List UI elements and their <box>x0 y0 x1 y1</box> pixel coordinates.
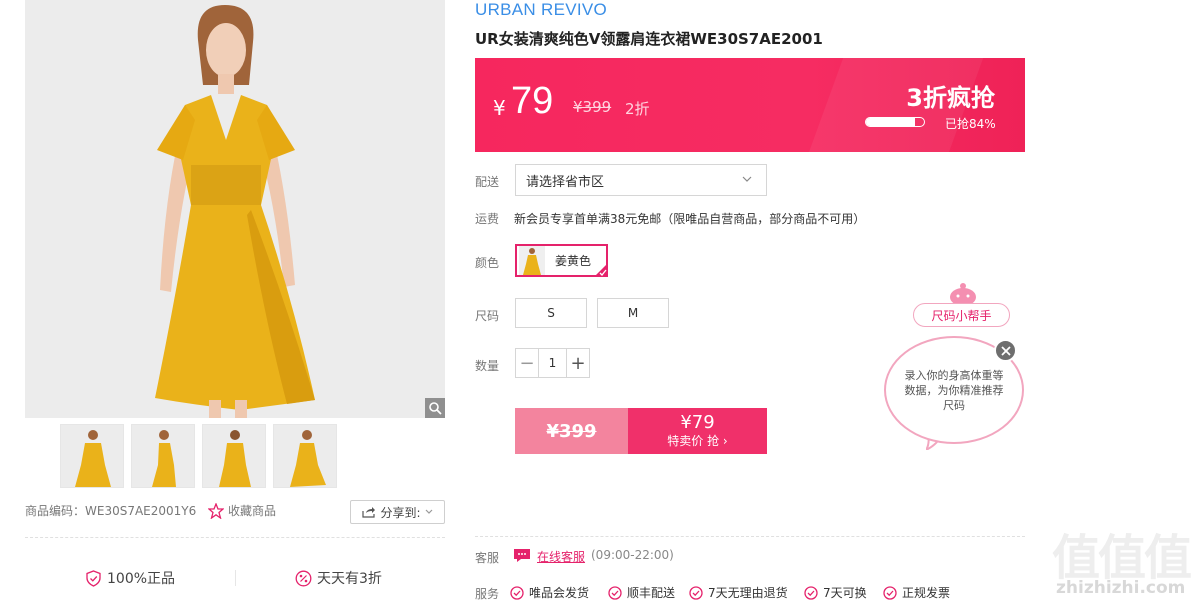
region-select[interactable]: 请选择省市区 <box>515 164 767 196</box>
thumbnail-back[interactable] <box>202 424 266 488</box>
color-option-selected[interactable]: 姜黄色 <box>515 244 608 277</box>
promise-authentic: 100%正品 <box>85 568 175 588</box>
buy-now-label: 特卖价 抢 › <box>667 434 728 448</box>
thumbnail-front[interactable] <box>60 424 124 488</box>
promise-discount: 天天有3折 <box>295 568 382 588</box>
buy-now-price: ¥79 <box>680 412 715 433</box>
service-item-label: 7天无理由退货 <box>708 586 788 600</box>
watermark-url: zhizhizhi.com <box>1056 578 1186 598</box>
service-item-label: 7天可换 <box>823 586 867 600</box>
share-icon <box>362 507 376 518</box>
size-option-s[interactable]: S <box>515 298 587 328</box>
main-product-image[interactable] <box>25 0 445 418</box>
brand-link[interactable]: URBAN REVIVO <box>475 0 607 20</box>
zoom-button[interactable] <box>425 398 445 418</box>
divider <box>25 537 445 538</box>
shipping-label: 运费 <box>475 212 500 226</box>
original-price-button[interactable]: ¥399 <box>515 408 628 454</box>
discount-label: 2折 <box>625 100 650 118</box>
shield-check-icon <box>86 569 101 587</box>
check-circle-icon <box>883 585 897 600</box>
selected-check-icon <box>594 263 608 277</box>
color-label: 颜色 <box>475 256 500 270</box>
chevron-down-icon <box>742 176 752 182</box>
delivery-label: 配送 <box>475 175 500 189</box>
size-label: 尺码 <box>475 309 500 323</box>
chat-icon <box>514 549 530 562</box>
shipping-info: 新会员专享首单满38元免邮（限唯品自营商品，部分商品不可用） <box>514 212 866 226</box>
quantity-increase-button[interactable]: + <box>567 349 589 377</box>
customer-service-label: 客服 <box>475 551 500 565</box>
service-item: 7天无理由退货 <box>689 584 788 601</box>
thumbnail-strip <box>60 424 337 488</box>
thumbnail-image <box>203 425 265 487</box>
model-illustration <box>25 0 445 418</box>
check-circle-icon <box>510 585 524 600</box>
chevron-down-icon <box>425 509 432 514</box>
share-button[interactable]: 分享到: <box>350 500 445 524</box>
buy-now-button[interactable]: ¥79 特卖价 抢 › <box>628 408 767 454</box>
thumbnail-image <box>274 425 336 487</box>
favorite-label: 收藏商品 <box>228 504 277 518</box>
quantity-stepper: − 1 + <box>515 348 590 378</box>
original-price: ¥399 <box>573 98 612 116</box>
quantity-input[interactable]: 1 <box>538 349 567 377</box>
service-item: 唯品会发货 <box>510 584 589 601</box>
color-swatch-image <box>519 246 545 275</box>
current-price: 79 <box>511 80 554 122</box>
size-helper-button[interactable]: 尺码小帮手 <box>913 303 1010 327</box>
service-item-label: 唯品会发货 <box>529 586 590 600</box>
close-helper-button[interactable] <box>994 339 1017 362</box>
favorite-button[interactable]: 收藏商品 <box>208 502 276 519</box>
service-item-label: 顺丰配送 <box>627 586 676 600</box>
service-item: 正规发票 <box>883 584 950 601</box>
star-icon <box>208 502 224 519</box>
service-hours: (09:00-22:00) <box>591 548 674 562</box>
online-service-link[interactable]: 在线客服 <box>537 548 585 565</box>
share-label: 分享到: <box>380 505 421 520</box>
thumbnail-side[interactable] <box>131 424 195 488</box>
thumbnail-image <box>61 425 123 487</box>
sold-progress-fill <box>866 118 915 126</box>
separator <box>235 570 236 586</box>
promise-label: 天天有3折 <box>317 571 382 587</box>
magnifier-icon <box>429 402 442 415</box>
quantity-label: 数量 <box>475 359 500 373</box>
thumbnail-walk[interactable] <box>273 424 337 488</box>
price-banner: ¥ 79 ¥399 2折 3折疯抢 已抢84% <box>475 58 1025 152</box>
sold-percentage: 已抢84% <box>945 117 996 131</box>
size-helper-text: 录入你的身高体重等数据，为你精准推荐尺码 <box>904 368 1004 412</box>
check-circle-icon <box>804 585 818 600</box>
currency-symbol: ¥ <box>493 96 506 120</box>
close-icon <box>1000 345 1011 356</box>
flash-sale-title: 3折疯抢 <box>906 84 995 112</box>
service-item-label: 正规发票 <box>902 586 951 600</box>
service-item: 7天可换 <box>804 584 867 601</box>
check-circle-icon <box>689 585 703 600</box>
thumbnail-image <box>132 425 194 487</box>
swatch-dress <box>523 248 541 275</box>
divider <box>475 536 1025 537</box>
services-label: 服务 <box>475 587 500 601</box>
size-option-m[interactable]: M <box>597 298 669 328</box>
product-title: UR女装清爽纯色V领露肩连衣裙WE30S7AE2001 <box>475 30 823 48</box>
service-item: 顺丰配送 <box>608 584 675 601</box>
quantity-decrease-button[interactable]: − <box>516 349 538 377</box>
sold-progress-bar <box>865 117 925 127</box>
color-name: 姜黄色 <box>555 254 592 268</box>
percent-badge-icon <box>295 570 312 586</box>
product-code: 商品编码：WE30S7AE2001Y6 <box>25 504 197 518</box>
check-circle-icon <box>608 585 622 600</box>
promise-label: 100%正品 <box>107 571 176 587</box>
region-select-value: 请选择省市区 <box>526 174 605 190</box>
